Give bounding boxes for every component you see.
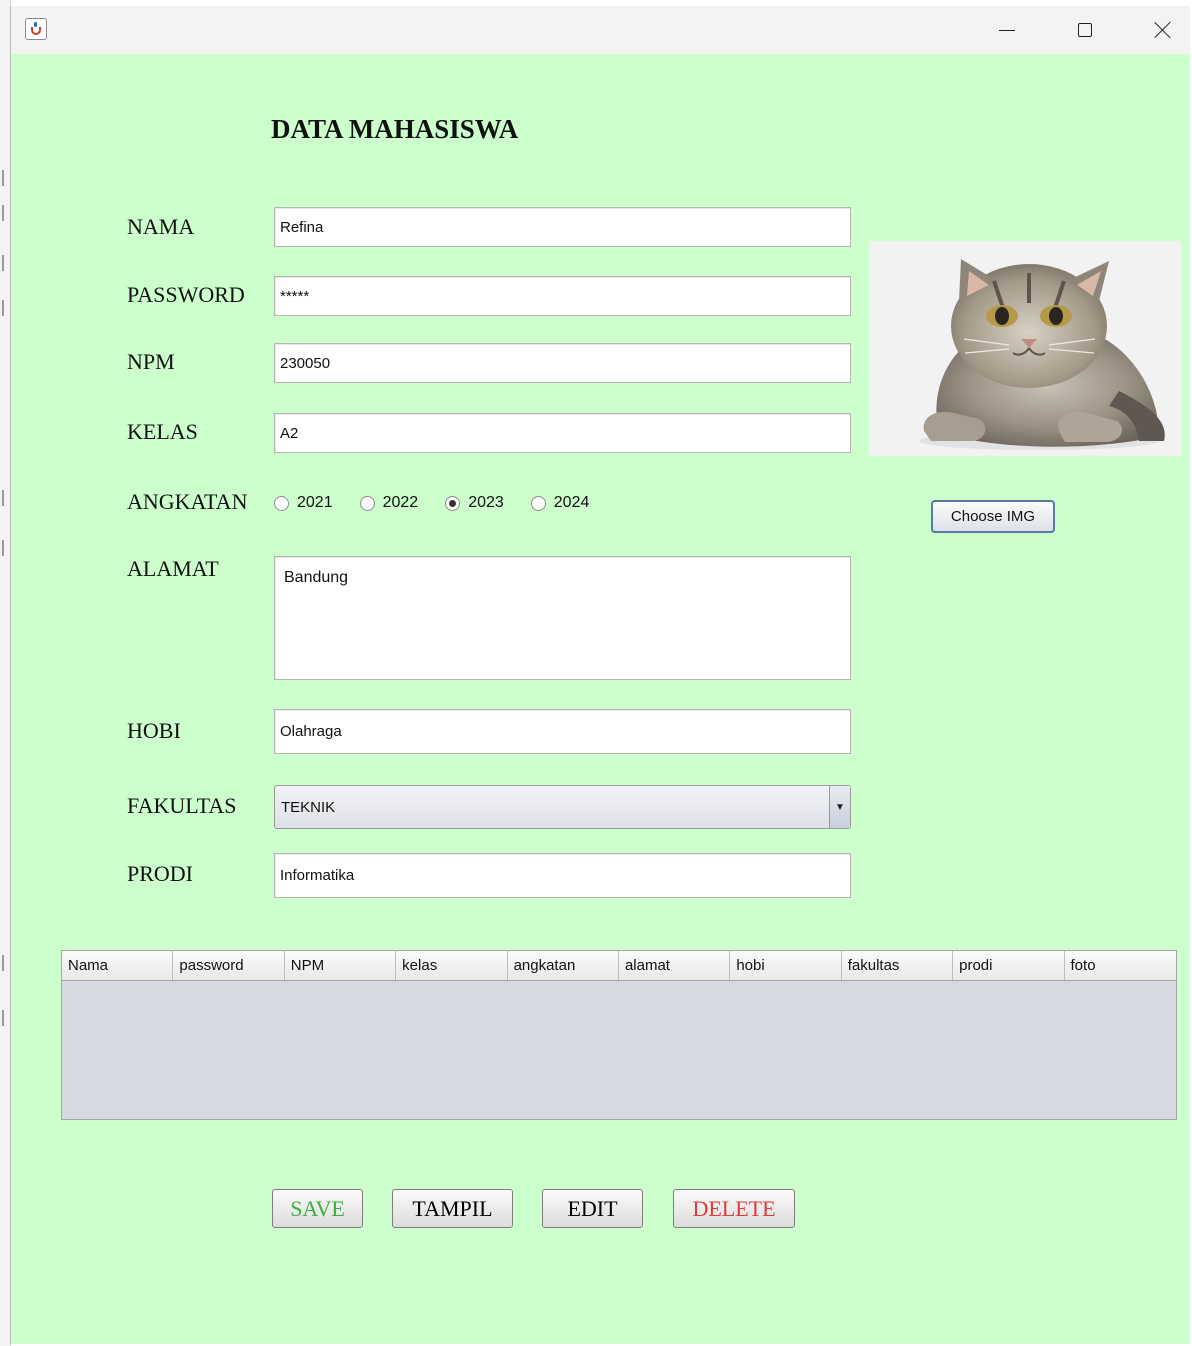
angkatan-radio-group: 2021 2022 2023 2024 [274,490,616,516]
angkatan-radio-2022[interactable]: 2022 [359,494,419,512]
radio-button-icon[interactable] [530,495,546,511]
column-header-fakultas[interactable]: fakultas [842,951,954,980]
fakultas-label: FAKULTAS [127,793,237,818]
column-header-angkatan[interactable]: angkatan [508,951,619,980]
column-header-foto[interactable]: foto [1065,951,1176,980]
table-header: Nama password NPM kelas angkatan alamat hobi fa… [62,951,1176,981]
prodi-label: PRODI [127,861,194,886]
hobi-label: HOBI [127,718,181,743]
app-window: DATA MAHASISWA NAMA Refina PASSWORD ****… [10,6,1190,1344]
fakultas-selected-value: TEKNIK [281,798,336,816]
password-field[interactable]: ***** [274,276,851,316]
radio-button-icon[interactable] [274,495,289,511]
close-icon [1154,21,1172,39]
angkatan-radio-2024[interactable]: 2024 [530,494,590,512]
nama-field[interactable]: Refina [274,207,851,247]
angkatan-option-label: 2021 [297,494,333,511]
radio-button-icon[interactable] [359,495,375,511]
column-header-kelas[interactable]: kelas [396,951,508,980]
kelas-label: KELAS [127,419,198,444]
delete-button[interactable]: DELETE [673,1189,795,1228]
save-button[interactable]: SAVE [272,1189,363,1228]
photo-preview [869,241,1181,456]
minimize-icon [999,29,1015,31]
minimize-button[interactable] [969,6,1045,54]
cat-photo-icon [919,259,1165,450]
form-title: DATA MAHASISWA [271,114,519,144]
npm-field[interactable]: 230050 [274,343,851,383]
title-bar [11,6,1190,54]
column-header-npm[interactable]: NPM [285,951,397,980]
angkatan-label: ANGKATAN [127,489,248,514]
alamat-textarea[interactable]: Bandung [274,556,851,680]
angkatan-option-label: 2024 [553,494,590,511]
maximize-button[interactable] [1047,6,1123,54]
table-body[interactable] [62,981,1176,1120]
dropdown-arrow-icon[interactable]: ▼ [829,786,850,828]
npm-label: NPM [127,349,175,374]
alamat-label: ALAMAT [127,556,219,581]
edit-button[interactable]: EDIT [542,1189,643,1228]
tampil-button[interactable]: TAMPIL [392,1189,513,1228]
fakultas-select[interactable]: TEKNIK ▼ [274,785,851,829]
column-header-nama[interactable]: Nama [62,951,174,980]
java-app-icon [25,18,47,40]
angkatan-radio-2023[interactable]: 2023 [445,494,504,512]
column-header-alamat[interactable]: alamat [619,951,731,980]
choose-image-button[interactable]: Choose IMG [931,500,1055,533]
angkatan-option-label: 2023 [468,494,504,511]
data-table: Nama password NPM kelas angkatan alamat hobi fa… [61,950,1177,1120]
maximize-icon [1078,23,1092,37]
column-header-password[interactable]: password [173,951,285,980]
password-label: PASSWORD [127,282,245,307]
column-header-prodi[interactable]: prodi [953,951,1065,980]
hobi-field[interactable]: Olahraga [274,709,851,754]
column-header-hobi[interactable]: hobi [730,951,842,980]
close-button[interactable] [1125,6,1192,54]
angkatan-radio-2021[interactable]: 2021 [274,494,333,512]
angkatan-option-label: 2022 [382,494,419,511]
nama-label: NAMA [127,214,195,239]
radio-button-icon[interactable] [445,495,461,511]
prodi-field[interactable]: Informatika [274,853,851,898]
kelas-field[interactable]: A2 [274,413,851,453]
